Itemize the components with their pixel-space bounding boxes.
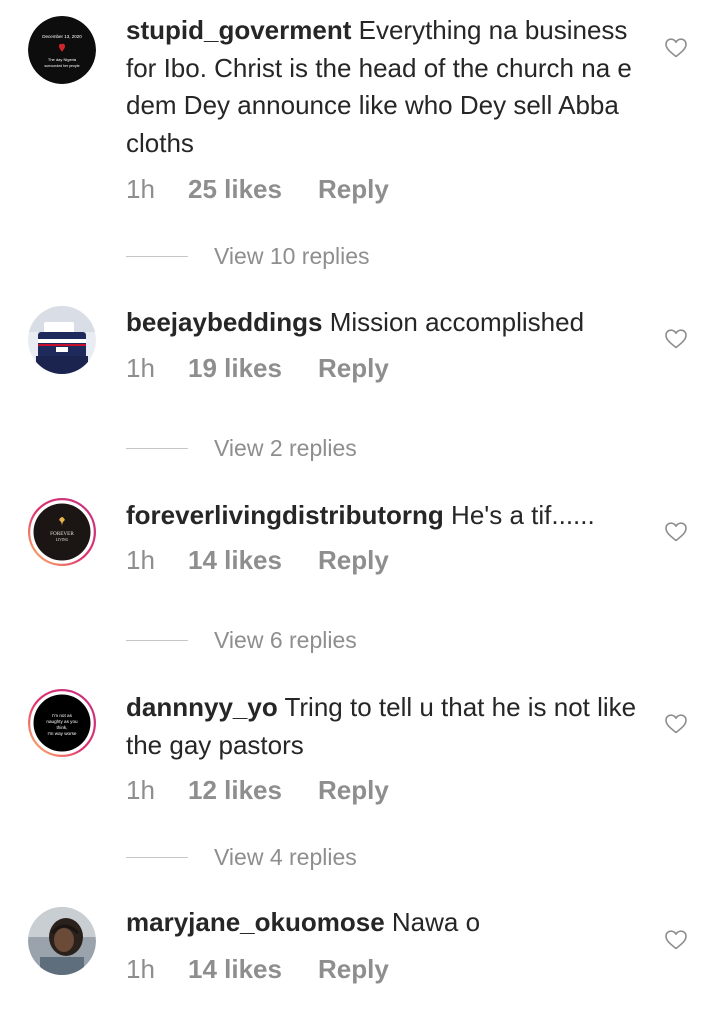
heart-outline-icon[interactable] bbox=[664, 327, 688, 351]
heart-outline-icon[interactable] bbox=[664, 36, 688, 60]
comment-time: 1h bbox=[126, 174, 155, 204]
reply-button[interactable]: Reply bbox=[318, 174, 389, 205]
avatar-caption: naughty as you bbox=[46, 719, 78, 724]
comment-body: maryjane_okuomose Nawa o bbox=[126, 904, 646, 942]
view-replies-button[interactable]: View 10 replies bbox=[126, 241, 370, 271]
comment-meta: 1h 25 likes Reply bbox=[126, 174, 389, 205]
comment-body: dannnyy_yo Tring to tell u that he is no… bbox=[126, 689, 646, 764]
comment-meta: 1h 12 likes Reply bbox=[126, 775, 389, 806]
comment-username[interactable]: maryjane_okuomose bbox=[126, 907, 385, 937]
reply-button[interactable]: Reply bbox=[318, 545, 389, 576]
likes-count[interactable]: 14 likes bbox=[188, 545, 318, 576]
reply-button[interactable]: Reply bbox=[318, 954, 389, 985]
comment-username[interactable]: dannnyy_yo bbox=[126, 692, 278, 722]
comment-time: 1h bbox=[126, 353, 155, 383]
heart-outline-icon[interactable] bbox=[664, 712, 688, 736]
view-replies-button[interactable]: View 6 replies bbox=[126, 625, 357, 655]
view-replies-label[interactable]: View 10 replies bbox=[214, 243, 370, 270]
comment-text: He's a tif...... bbox=[451, 500, 595, 530]
view-replies-label[interactable]: View 6 replies bbox=[214, 627, 357, 654]
likes-count[interactable]: 12 likes bbox=[188, 775, 318, 806]
comment-time: 1h bbox=[126, 954, 155, 984]
view-replies-button[interactable]: View 2 replies bbox=[126, 433, 357, 463]
heart-outline-icon[interactable] bbox=[664, 928, 688, 952]
comment-body: stupid_goverment Everything na business … bbox=[126, 12, 646, 162]
avatar[interactable]: FOREVER LIVING bbox=[28, 498, 96, 566]
comment-time: 1h bbox=[126, 545, 155, 575]
view-replies-label[interactable]: View 4 replies bbox=[214, 844, 357, 871]
comment-username[interactable]: beejaybeddings bbox=[126, 307, 323, 337]
avatar[interactable] bbox=[28, 907, 96, 975]
comment-body: foreverlivingdistributorng He's a tif...… bbox=[126, 497, 646, 535]
comment-meta: 1h 14 likes Reply bbox=[126, 545, 389, 576]
comment-body: beejaybeddings Mission accomplished bbox=[126, 304, 646, 342]
brand-logo-text: LIVING bbox=[56, 538, 69, 542]
likes-count[interactable]: 19 likes bbox=[188, 353, 318, 384]
avatar-caption: I'm way worse bbox=[48, 731, 77, 736]
avatar-caption: The day Nigeria bbox=[48, 57, 77, 62]
view-replies-label[interactable]: View 2 replies bbox=[214, 435, 357, 462]
replies-divider bbox=[126, 639, 188, 641]
likes-count[interactable]: 14 likes bbox=[188, 954, 318, 985]
replies-divider bbox=[126, 447, 188, 449]
avatar[interactable]: December 13, 2020 The day Nigeria surrou… bbox=[28, 16, 96, 84]
comment-text: Mission accomplished bbox=[329, 307, 585, 337]
comment-text: Nawa o bbox=[391, 907, 481, 937]
likes-count[interactable]: 25 likes bbox=[188, 174, 318, 205]
reply-button[interactable]: Reply bbox=[318, 775, 389, 806]
avatar-caption: December 13, 2020 bbox=[42, 34, 82, 39]
comment-username[interactable]: foreverlivingdistributorng bbox=[126, 500, 444, 530]
avatar[interactable]: I'm not as naughty as you think, I'm way… bbox=[28, 689, 96, 757]
replies-divider bbox=[126, 255, 188, 257]
view-replies-button[interactable]: View 4 replies bbox=[126, 842, 357, 872]
avatar-caption: surrounded her people bbox=[44, 64, 79, 68]
avatar[interactable] bbox=[28, 306, 96, 374]
replies-divider bbox=[126, 856, 188, 858]
reply-button[interactable]: Reply bbox=[318, 353, 389, 384]
comment-username[interactable]: stupid_goverment bbox=[126, 15, 351, 45]
heart-outline-icon[interactable] bbox=[664, 520, 688, 544]
avatar-caption: think, bbox=[57, 725, 68, 730]
brand-logo-text: FOREVER bbox=[50, 531, 74, 537]
avatar-caption: I'm not as bbox=[52, 713, 72, 718]
comment-time: 1h bbox=[126, 775, 155, 805]
comment-meta: 1h 19 likes Reply bbox=[126, 353, 389, 384]
comment-meta: 1h 14 likes Reply bbox=[126, 954, 389, 985]
